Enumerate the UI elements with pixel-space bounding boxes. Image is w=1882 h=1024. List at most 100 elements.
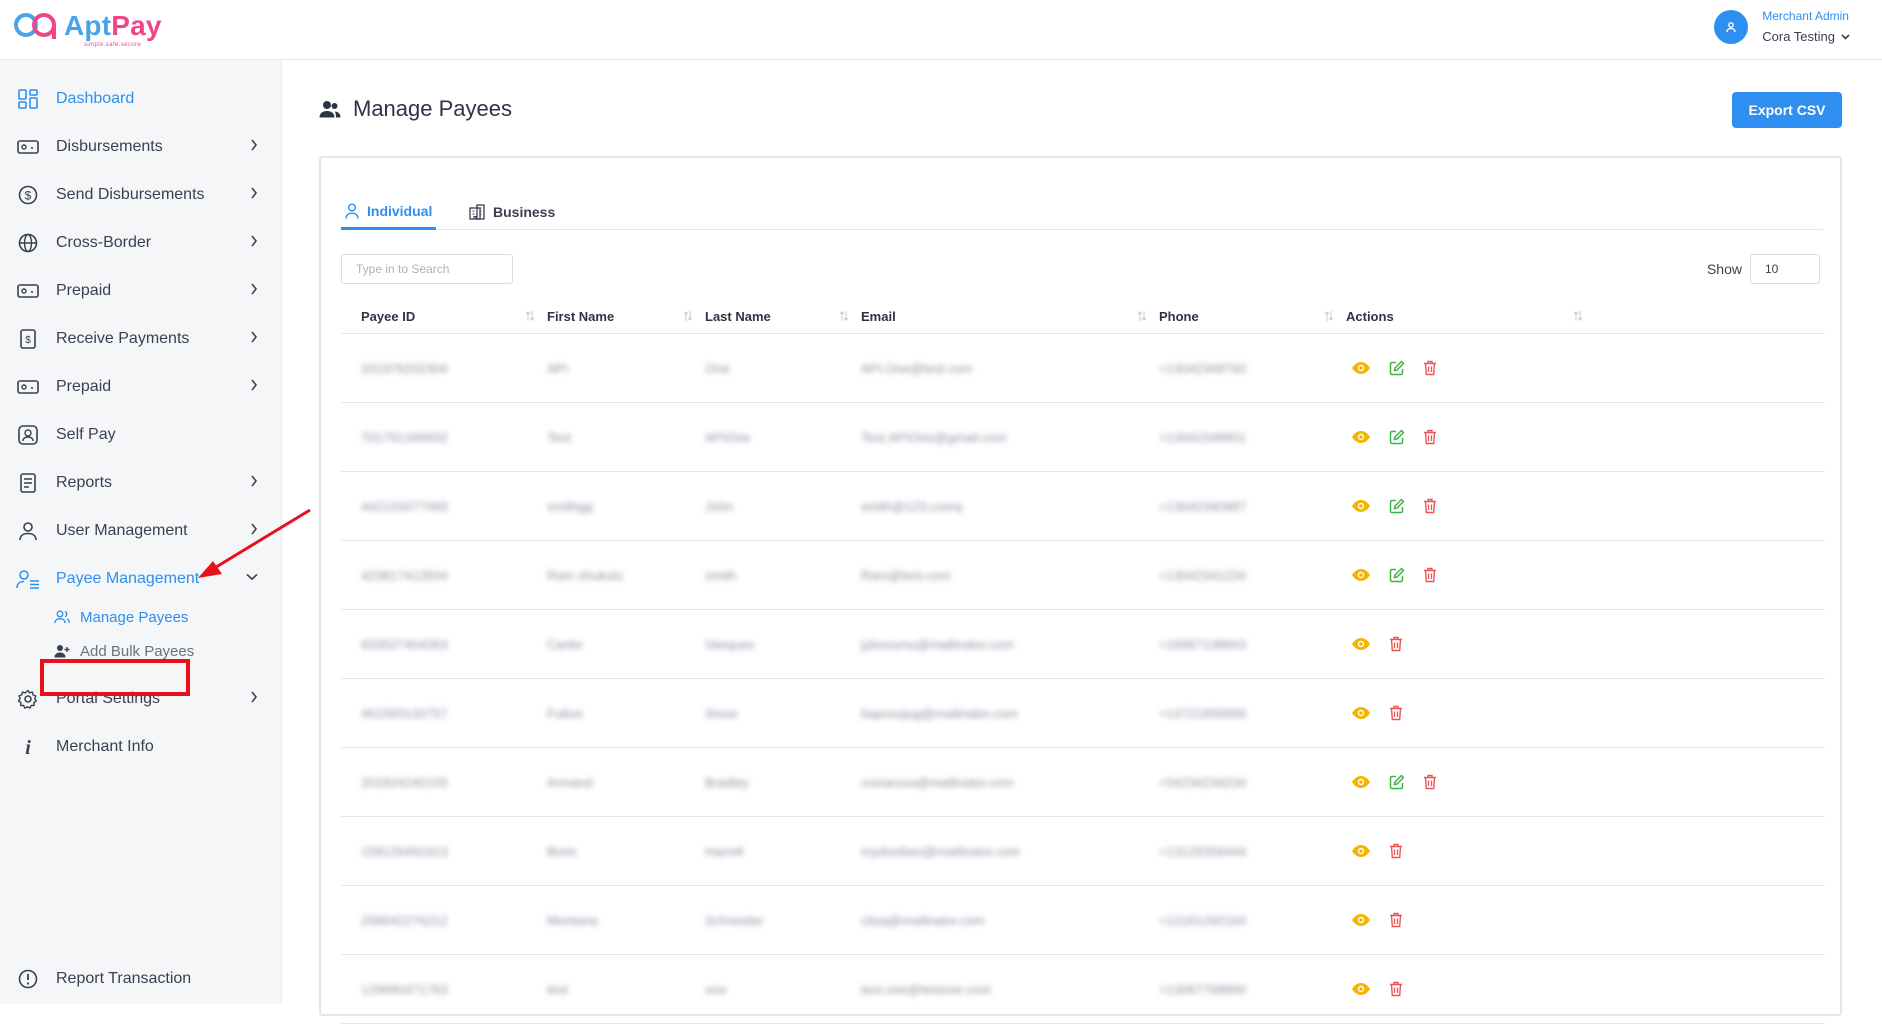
sidebar-item-disbursements[interactable]: Disbursements	[0, 127, 282, 167]
money-icon	[16, 279, 40, 303]
sort-icon[interactable]	[525, 310, 535, 322]
cell-last-name: One	[705, 360, 730, 376]
view-eye-icon[interactable]	[1351, 361, 1371, 375]
cell-payee-id: 701791349932	[361, 429, 448, 445]
row-actions	[1351, 679, 1403, 747]
sidebar-item-reports[interactable]: Reports	[0, 463, 282, 503]
show-entries: Show 10	[1707, 254, 1820, 284]
user-name[interactable]: Cora Testing	[1762, 29, 1850, 44]
cell-payee-id: 423817412834	[361, 567, 448, 583]
sidebar-item-send-disbursements[interactable]: $ Send Disbursements	[0, 175, 282, 215]
cell-last-name: John	[705, 498, 734, 514]
cell-phone: +13042348760	[1159, 360, 1247, 376]
logo-text: AptPay	[64, 10, 162, 41]
cell-payee-id: 158126491613	[361, 843, 448, 859]
cell-last-name: smith	[705, 567, 737, 583]
chevron-right-icon	[251, 139, 258, 151]
sidebar-item-report-transaction[interactable]: Report Transaction	[0, 959, 282, 999]
table-header: Payee ID First Name Last Name Email Phon…	[341, 298, 1825, 334]
delete-trash-icon[interactable]	[1389, 843, 1403, 859]
view-eye-icon[interactable]	[1351, 844, 1371, 858]
sort-icon[interactable]	[839, 310, 849, 322]
column-header-first-name[interactable]: First Name	[547, 298, 614, 334]
column-header-last-name[interactable]: Last Name	[705, 298, 771, 334]
delete-trash-icon[interactable]	[1389, 981, 1403, 997]
view-eye-icon[interactable]	[1351, 913, 1371, 927]
tab-individual[interactable]: Individual	[341, 194, 437, 230]
show-label: Show	[1706, 261, 1742, 277]
user-menu[interactable]: Merchant Admin Cora Testing	[1714, 9, 1850, 44]
delete-trash-icon[interactable]	[1423, 429, 1437, 445]
cell-first-name: Armand	[547, 774, 593, 790]
sort-icon[interactable]	[683, 310, 693, 322]
sidebar-item-label: Report Transaction	[56, 970, 192, 987]
delete-trash-icon[interactable]	[1389, 636, 1403, 652]
delete-trash-icon[interactable]	[1423, 567, 1437, 583]
view-eye-icon[interactable]	[1351, 568, 1371, 582]
edit-icon[interactable]	[1389, 774, 1405, 790]
page-size-select[interactable]: 10	[1750, 254, 1820, 284]
edit-icon[interactable]	[1389, 567, 1405, 583]
sidebar-item-cross-border[interactable]: Cross-Border	[0, 223, 282, 263]
tab-business[interactable]: Business	[465, 194, 559, 230]
sidebar-item-prepaid-2[interactable]: Prepaid	[0, 367, 282, 407]
delete-trash-icon[interactable]	[1389, 705, 1403, 721]
column-header-phone[interactable]: Phone	[1159, 298, 1199, 334]
avatar[interactable]	[1714, 9, 1749, 44]
view-eye-icon[interactable]	[1351, 430, 1371, 444]
view-eye-icon[interactable]	[1351, 982, 1371, 996]
cell-first-name: Carter	[547, 636, 584, 652]
table-row: 258642276212 Montana Schneider cityq@mailin…	[341, 886, 1825, 955]
page-header: Manage Payees	[319, 96, 512, 122]
sidebar-item-prepaid[interactable]: Prepaid	[0, 271, 282, 311]
sidebar-item-dashboard[interactable]: Dashboard	[0, 79, 282, 119]
row-actions	[1351, 334, 1437, 402]
column-header-payee-id[interactable]: Payee ID	[361, 298, 415, 334]
view-eye-icon[interactable]	[1351, 706, 1371, 720]
view-eye-icon[interactable]	[1351, 499, 1371, 513]
delete-trash-icon[interactable]	[1423, 498, 1437, 514]
delete-trash-icon[interactable]	[1423, 774, 1437, 790]
edit-icon[interactable]	[1389, 498, 1405, 514]
logo-tagline: simple.safe.secure	[84, 42, 142, 48]
aptpay-logo[interactable]: AptPay simple.safe.secure	[14, 10, 162, 48]
row-actions	[1351, 472, 1437, 540]
sort-icon[interactable]	[1573, 310, 1583, 322]
building-icon	[469, 204, 485, 220]
sort-icon[interactable]	[1137, 310, 1147, 322]
delete-trash-icon[interactable]	[1389, 912, 1403, 928]
chevron-right-icon	[251, 331, 258, 343]
edit-icon[interactable]	[1389, 360, 1405, 376]
cell-email: jyboxumu@mailinator.com	[861, 636, 1014, 652]
sort-icon[interactable]	[1324, 310, 1334, 322]
row-actions	[1351, 403, 1437, 471]
money-icon	[16, 135, 40, 159]
column-header-actions[interactable]: Actions	[1346, 298, 1394, 334]
export-csv-button[interactable]: Export CSV	[1732, 92, 1842, 128]
sidebar-item-label: Disbursements	[56, 138, 163, 155]
column-header-email[interactable]: Email	[861, 298, 896, 334]
page-title: Manage Payees	[353, 96, 512, 121]
cell-email: smith@123.comq	[861, 498, 963, 514]
row-actions	[1351, 610, 1403, 678]
globe-icon	[16, 231, 40, 255]
cell-first-name: Fulton	[547, 705, 584, 721]
info-icon: i	[16, 735, 40, 759]
cell-first-name: Test	[547, 429, 571, 445]
delete-trash-icon[interactable]	[1423, 360, 1437, 376]
sidebar-item-label: Receive Payments	[56, 330, 190, 347]
sidebar-subitem-manage-payees[interactable]: Manage Payees	[50, 603, 188, 631]
search-input[interactable]	[341, 254, 513, 284]
sidebar-item-receive-payments[interactable]: $ Receive Payments	[0, 319, 282, 359]
view-eye-icon[interactable]	[1351, 637, 1371, 651]
sidebar-item-self-pay[interactable]: Self Pay	[0, 415, 282, 455]
cell-last-name: one	[705, 981, 727, 997]
cell-payee-id: 129690471763	[361, 981, 448, 997]
edit-icon[interactable]	[1389, 429, 1405, 445]
cell-last-name: APIOne	[705, 429, 751, 445]
sidebar-item-merchant-info[interactable]: i Merchant Info	[0, 727, 282, 767]
view-eye-icon[interactable]	[1351, 775, 1371, 789]
dashboard-icon	[16, 87, 40, 111]
cell-phone: +13129356444	[1159, 843, 1247, 859]
cell-payee-id: 461593132757	[361, 705, 448, 721]
